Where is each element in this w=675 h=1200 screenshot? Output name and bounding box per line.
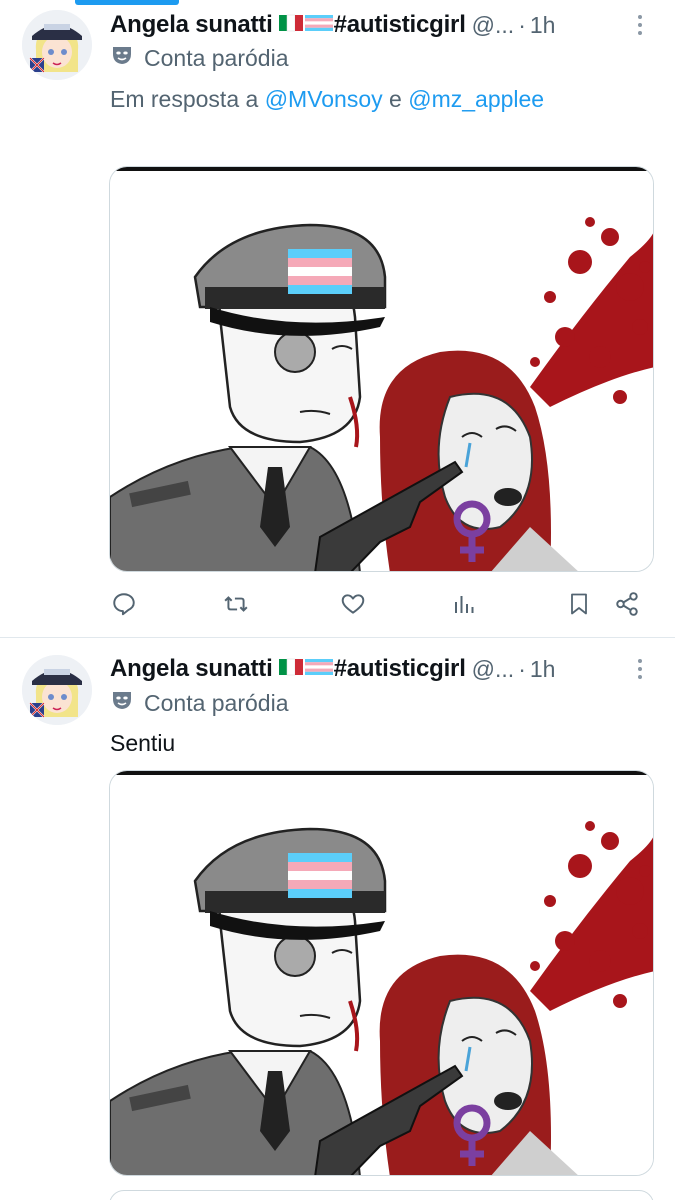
share-icon[interactable] bbox=[611, 588, 643, 620]
italy-flag-icon bbox=[278, 13, 303, 38]
tweet[interactable]: Angela sunatti #autisticgirl @... · 1h C… bbox=[0, 638, 675, 1200]
display-name[interactable]: Angela sunatti bbox=[110, 655, 273, 683]
parody-badge: Conta paródia bbox=[110, 688, 289, 718]
like-icon[interactable] bbox=[337, 588, 369, 620]
reply-context: Em resposta a @MVonsoy e @mz_applee bbox=[110, 86, 544, 113]
timestamp[interactable]: 1h bbox=[530, 656, 556, 683]
timestamp[interactable]: 1h bbox=[530, 12, 556, 39]
parody-label: Conta paródia bbox=[144, 44, 289, 71]
separator-dot: · bbox=[518, 11, 526, 38]
handle[interactable]: @... bbox=[472, 656, 515, 683]
parody-mask-icon bbox=[110, 688, 134, 718]
tweet[interactable]: Angela sunatti #autisticgirl @... · 1h C… bbox=[0, 0, 675, 637]
reply-prefix: Em resposta a bbox=[110, 86, 259, 112]
separator-dot: · bbox=[518, 655, 526, 682]
tweet-media-image[interactable] bbox=[109, 770, 654, 1176]
tweet-header: Angela sunatti #autisticgirl @... · 1h bbox=[110, 652, 653, 686]
parody-label: Conta paródia bbox=[144, 689, 289, 716]
display-name[interactable]: Angela sunatti bbox=[110, 11, 273, 39]
reply-mention[interactable]: @mz_applee bbox=[408, 86, 544, 112]
views-icon[interactable] bbox=[448, 588, 480, 620]
next-card-edge bbox=[109, 1190, 654, 1200]
avatar[interactable] bbox=[22, 655, 92, 725]
trans-flag-icon bbox=[304, 13, 333, 38]
parody-badge: Conta paródia bbox=[110, 43, 289, 73]
tweet-media-image[interactable] bbox=[109, 166, 654, 572]
bookmark-icon[interactable] bbox=[563, 588, 595, 620]
avatar[interactable] bbox=[22, 10, 92, 80]
more-options-icon[interactable] bbox=[627, 12, 653, 38]
tweet-text: Sentiu bbox=[110, 730, 176, 756]
parody-mask-icon bbox=[110, 43, 134, 73]
trans-flag-icon bbox=[304, 657, 333, 682]
hashtag[interactable]: #autisticgirl bbox=[334, 655, 466, 683]
tweet-header: Angela sunatti #autisticgirl @... · 1h bbox=[110, 8, 653, 42]
handle[interactable]: @... bbox=[472, 12, 515, 39]
reply-mention[interactable]: @MVonsoy bbox=[265, 86, 383, 112]
hashtag[interactable]: #autisticgirl bbox=[334, 11, 466, 39]
more-options-icon[interactable] bbox=[627, 656, 653, 682]
tweet-actions bbox=[108, 588, 643, 620]
reply-icon[interactable] bbox=[108, 588, 140, 620]
retweet-icon[interactable] bbox=[220, 588, 252, 620]
italy-flag-icon bbox=[278, 657, 303, 682]
reply-connector: e bbox=[389, 86, 402, 112]
